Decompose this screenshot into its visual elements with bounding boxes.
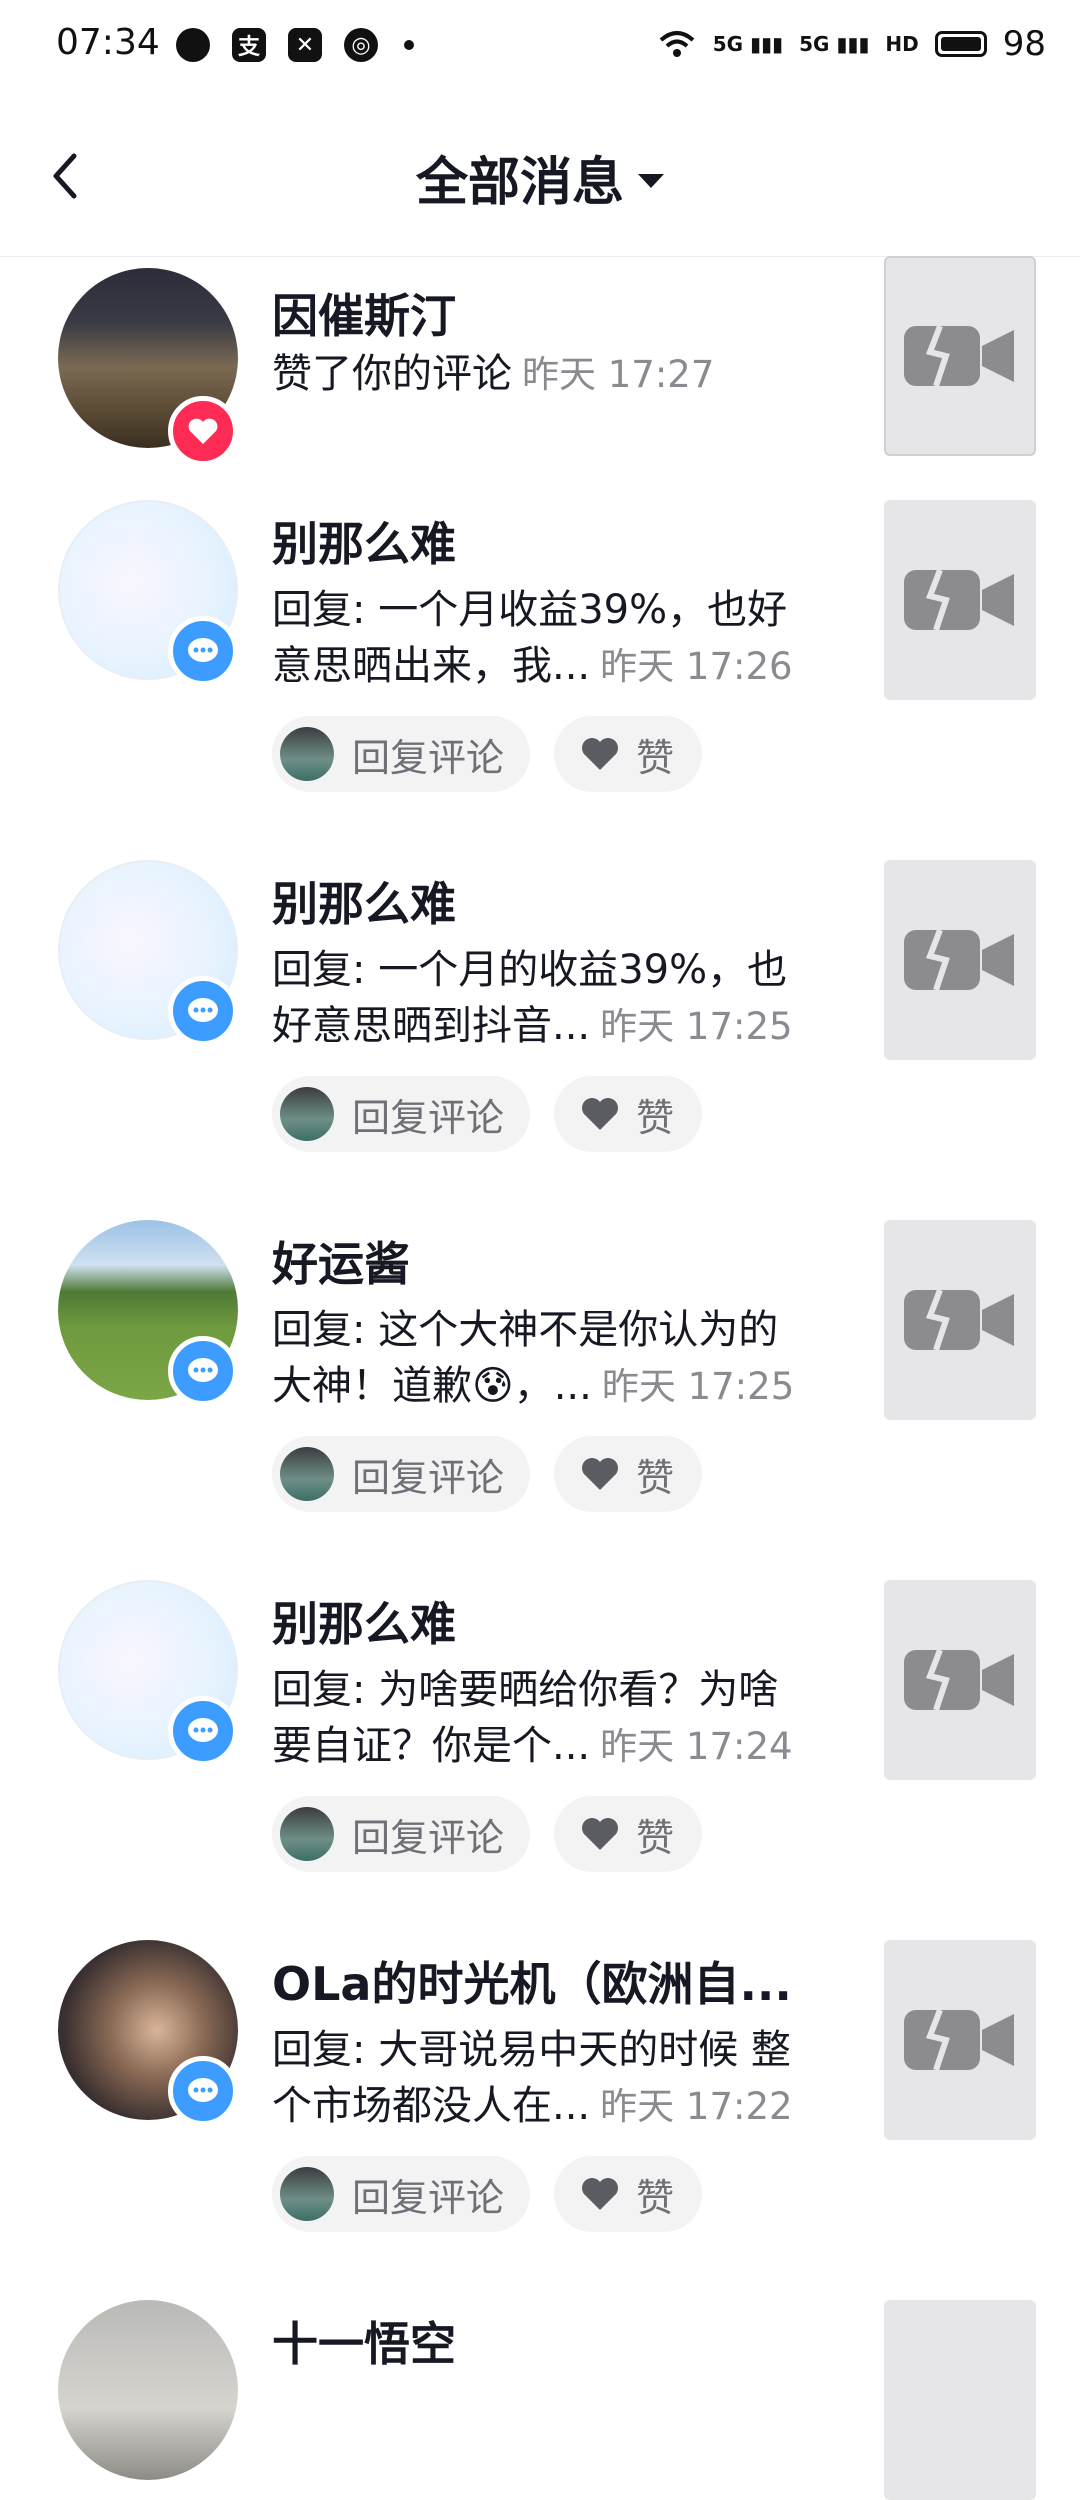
video-camera-icon (904, 324, 1014, 387)
message-time: 昨天 17:25 (600, 1005, 793, 1048)
signal-2-icon: 5G ▮▮▮ (799, 32, 870, 56)
heart-icon (188, 418, 218, 444)
video-thumbnail[interactable] (884, 1580, 1036, 1780)
fund-app-icon: ✕ (288, 28, 322, 62)
my-avatar (280, 1807, 334, 1861)
more-notifications-dot (404, 40, 414, 50)
reply-comment-button[interactable]: 回复评论 (272, 716, 530, 792)
list-item[interactable]: OLa的时光机（欧洲自... 回复: 大哥说易中天的时候 整 个市场都没人在..… (0, 1940, 1080, 2300)
video-camera-icon (904, 568, 1014, 631)
battery-icon (934, 31, 987, 57)
video-thumbnail[interactable] (884, 1220, 1036, 1420)
comment-badge (168, 1696, 238, 1766)
heart-icon (582, 738, 618, 770)
video-thumbnail[interactable] (884, 2300, 1036, 2500)
battery-level: 98 (1002, 24, 1046, 64)
comment-icon (188, 2078, 218, 2102)
list-item[interactable]: 因催斯汀 赞了你的评论 昨天 17:27 (0, 176, 1080, 536)
message-time: 昨天 17:26 (600, 645, 793, 688)
status-time: 07:34 (56, 22, 160, 63)
user-name[interactable]: 别那么难 (272, 868, 456, 934)
video-camera-icon (904, 2008, 1014, 2071)
like-button[interactable]: 赞 (554, 1076, 703, 1152)
reply-comment-button[interactable]: 回复评论 (272, 1076, 530, 1152)
status-right: 5G ▮▮▮ 5G ▮▮▮ HD 98 (657, 24, 1046, 64)
message-text: 赞了你的评论 昨天 17:27 (272, 351, 715, 397)
notification-icons: 支 ✕ ◎ (176, 28, 414, 62)
comment-badge (168, 616, 238, 686)
video-camera-icon (904, 1288, 1014, 1351)
heart-icon (582, 1098, 618, 1130)
video-camera-icon (904, 1648, 1014, 1711)
like-button[interactable]: 赞 (554, 1796, 703, 1872)
video-thumbnail[interactable] (884, 860, 1036, 1060)
hd-icon: HD (885, 32, 919, 56)
comment-icon (188, 998, 218, 1022)
heart-icon (582, 2178, 618, 2210)
chat-app-icon (176, 28, 210, 62)
list-item[interactable]: 别那么难 回复: 为啥要晒给你看？为啥 要自证？你是个... 昨天 17:24 回… (0, 1580, 1080, 1940)
wifi-icon (659, 31, 695, 57)
list-item[interactable]: 好运酱 回复: 这个大神不是你认为的 大神！道歉😰，... 昨天 17:25 回复… (0, 1220, 1080, 1580)
list-item[interactable]: 十一悟空 (0, 2300, 1080, 2500)
message-text: 回复: 为啥要晒给你看？为啥 要自证？你是个... 昨天 17:24 (272, 1667, 793, 1769)
heart-icon (582, 1818, 618, 1850)
user-name[interactable]: 因催斯汀 (272, 280, 456, 346)
user-name[interactable]: 别那么难 (272, 1588, 456, 1654)
list-item[interactable]: 别那么难 回复: 一个月的收益39%，也 好意思晒到抖音... 昨天 17:25 … (0, 860, 1080, 1220)
message-text: 回复: 这个大神不是你认为的 大神！道歉😰，... 昨天 17:25 (272, 1307, 795, 1409)
user-name[interactable]: OLa的时光机（欧洲自... (272, 1948, 792, 2014)
heart-icon (582, 1458, 618, 1490)
my-avatar (280, 1087, 334, 1141)
mobile-app-icon: ◎ (344, 28, 378, 62)
reply-comment-button[interactable]: 回复评论 (272, 1436, 530, 1512)
video-thumbnail[interactable] (884, 1940, 1036, 2140)
reply-comment-button[interactable]: 回复评论 (272, 1796, 530, 1872)
comment-icon (188, 1358, 218, 1382)
signal-1-icon: 5G ▮▮▮ (712, 32, 784, 56)
message-time: 昨天 17:25 (601, 1365, 795, 1408)
avatar[interactable] (58, 2300, 238, 2480)
alipay-icon: 支 (232, 28, 266, 62)
video-camera-icon (904, 928, 1014, 991)
like-button[interactable]: 赞 (554, 2156, 703, 2232)
comment-badge (168, 2056, 238, 2126)
video-thumbnail[interactable] (884, 500, 1036, 700)
video-thumbnail[interactable] (884, 256, 1036, 456)
message-text: 回复: 一个月收益39%，也好 意思晒出来，我... 昨天 17:26 (272, 587, 793, 689)
like-button[interactable]: 赞 (554, 1436, 703, 1512)
like-button[interactable]: 赞 (554, 716, 703, 792)
message-time: 昨天 17:27 (522, 353, 715, 396)
user-name[interactable]: 好运酱 (272, 1228, 410, 1294)
message-time: 昨天 17:24 (600, 1725, 793, 1768)
message-text: 回复: 大哥说易中天的时候 整 个市场都没人在... 昨天 17:22 (272, 2027, 793, 2129)
reply-comment-button[interactable]: 回复评论 (272, 2156, 530, 2232)
my-avatar (280, 727, 334, 781)
comment-icon (188, 1718, 218, 1742)
message-text: 回复: 一个月的收益39%，也 好意思晒到抖音... 昨天 17:25 (272, 947, 793, 1049)
comment-icon (188, 638, 218, 662)
comment-badge (168, 1336, 238, 1406)
my-avatar (280, 1447, 334, 1501)
user-name[interactable]: 别那么难 (272, 508, 456, 574)
like-badge (168, 396, 238, 466)
list-item[interactable]: 别那么难 回复: 一个月收益39%，也好 意思晒出来，我... 昨天 17:26 … (0, 500, 1080, 860)
user-name[interactable]: 十一悟空 (272, 2308, 456, 2374)
message-time: 昨天 17:22 (600, 2085, 793, 2128)
comment-badge (168, 976, 238, 1046)
status-bar: 07:34 支 ✕ ◎ 5G ▮▮▮ 5G ▮▮▮ HD 98 (0, 0, 1080, 96)
my-avatar (280, 2167, 334, 2221)
